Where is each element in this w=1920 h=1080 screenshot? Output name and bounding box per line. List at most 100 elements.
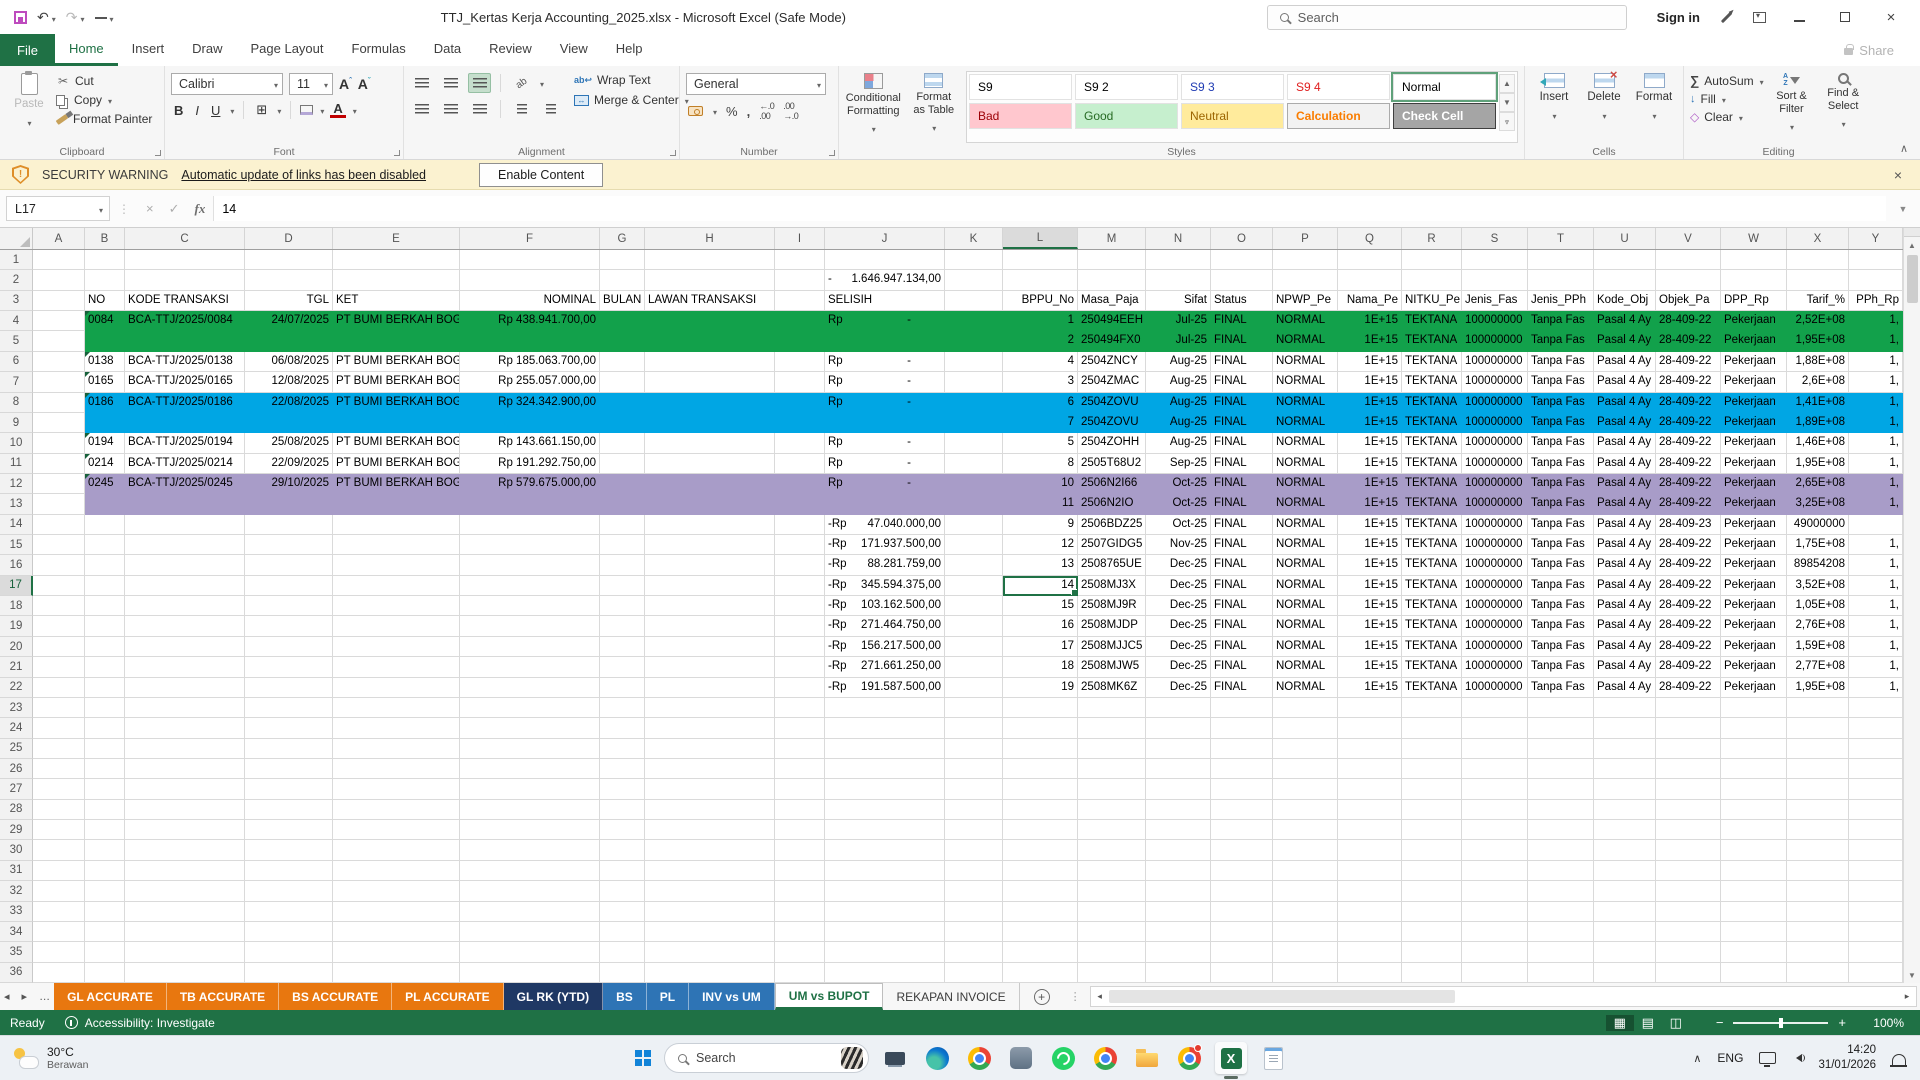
cell-W14[interactable]: Pekerjaan bbox=[1721, 515, 1787, 535]
cell-style-calculation[interactable]: Calculation bbox=[1287, 103, 1390, 129]
cell-F33[interactable] bbox=[460, 902, 600, 922]
cell-M28[interactable] bbox=[1078, 800, 1146, 820]
column-header-I[interactable]: I bbox=[775, 228, 825, 249]
row-header-11[interactable]: 11 bbox=[0, 454, 33, 474]
cell-G34[interactable] bbox=[600, 922, 645, 942]
cell-Q2[interactable] bbox=[1338, 270, 1402, 290]
align-middle-icon[interactable] bbox=[439, 73, 462, 93]
cell-O21[interactable]: FINAL bbox=[1211, 657, 1273, 677]
cell-F31[interactable] bbox=[460, 861, 600, 881]
cell-J10[interactable]: Rp- bbox=[825, 433, 945, 453]
cell-P23[interactable] bbox=[1273, 698, 1338, 718]
cell-B2[interactable] bbox=[85, 270, 125, 290]
cell-H28[interactable] bbox=[645, 800, 775, 820]
cell-E13[interactable] bbox=[333, 494, 460, 514]
cell-P32[interactable] bbox=[1273, 881, 1338, 901]
cell-Q26[interactable] bbox=[1338, 759, 1402, 779]
cell-E24[interactable] bbox=[333, 718, 460, 738]
row-header-9[interactable]: 9 bbox=[0, 413, 33, 433]
cell-E2[interactable] bbox=[333, 270, 460, 290]
cell-D34[interactable] bbox=[245, 922, 333, 942]
cell-S35[interactable] bbox=[1462, 942, 1528, 962]
cell-W22[interactable]: Pekerjaan bbox=[1721, 678, 1787, 698]
cell-F26[interactable] bbox=[460, 759, 600, 779]
row-header-4[interactable]: 4 bbox=[0, 311, 33, 331]
cell-O13[interactable]: FINAL bbox=[1211, 494, 1273, 514]
cell-C30[interactable] bbox=[125, 840, 245, 860]
cell-Q16[interactable]: 1E+15 bbox=[1338, 555, 1402, 575]
sheet-tab-gl-rk-ytd[interactable]: GL RK (YTD) bbox=[504, 983, 603, 1010]
enter-icon[interactable]: ✓ bbox=[169, 201, 180, 217]
column-header-Q[interactable]: Q bbox=[1338, 228, 1402, 249]
cell-J2[interactable]: -1.646.947.134,00 bbox=[825, 270, 945, 290]
cell-N31[interactable] bbox=[1146, 861, 1211, 881]
cell-B8[interactable]: 0186 bbox=[85, 393, 125, 413]
cell-J18[interactable]: -Rp103.162.500,00 bbox=[825, 596, 945, 616]
cell-V23[interactable] bbox=[1656, 698, 1721, 718]
cell-B24[interactable] bbox=[85, 718, 125, 738]
cell-Q15[interactable]: 1E+15 bbox=[1338, 535, 1402, 555]
cell-I22[interactable] bbox=[775, 678, 825, 698]
cell-P33[interactable] bbox=[1273, 902, 1338, 922]
cell-U6[interactable]: Pasal 4 Ay bbox=[1594, 352, 1656, 372]
cell-I18[interactable] bbox=[775, 596, 825, 616]
cell-K10[interactable] bbox=[945, 433, 1003, 453]
cell-E16[interactable] bbox=[333, 555, 460, 575]
cell-B3[interactable]: NO bbox=[85, 291, 125, 311]
cell-T31[interactable] bbox=[1528, 861, 1594, 881]
cell-H26[interactable] bbox=[645, 759, 775, 779]
cell-L5[interactable]: 2 bbox=[1003, 331, 1078, 351]
column-header-L[interactable]: L bbox=[1003, 228, 1078, 249]
cell-P20[interactable]: NORMAL bbox=[1273, 637, 1338, 657]
cell-D3[interactable]: TGL bbox=[245, 291, 333, 311]
select-all-corner[interactable] bbox=[0, 228, 33, 249]
cell-K14[interactable] bbox=[945, 515, 1003, 535]
cell-J26[interactable] bbox=[825, 759, 945, 779]
cell-E33[interactable] bbox=[333, 902, 460, 922]
cell-P34[interactable] bbox=[1273, 922, 1338, 942]
cell-U26[interactable] bbox=[1594, 759, 1656, 779]
row-header-5[interactable]: 5 bbox=[0, 331, 33, 351]
cell-O29[interactable] bbox=[1211, 820, 1273, 840]
cell-Y36[interactable] bbox=[1849, 963, 1903, 983]
cell-A28[interactable] bbox=[33, 800, 85, 820]
cell-W30[interactable] bbox=[1721, 840, 1787, 860]
cell-G4[interactable] bbox=[600, 311, 645, 331]
cell-S11[interactable]: 100000000 bbox=[1462, 454, 1528, 474]
cell-W19[interactable]: Pekerjaan bbox=[1721, 616, 1787, 636]
cell-R22[interactable]: TEKTANA bbox=[1402, 678, 1462, 698]
cell-J9[interactable] bbox=[825, 413, 945, 433]
cell-R2[interactable] bbox=[1402, 270, 1462, 290]
cell-F22[interactable] bbox=[460, 678, 600, 698]
cell-I20[interactable] bbox=[775, 637, 825, 657]
cell-P19[interactable]: NORMAL bbox=[1273, 616, 1338, 636]
cell-N11[interactable]: Sep-25 bbox=[1146, 454, 1211, 474]
cell-O32[interactable] bbox=[1211, 881, 1273, 901]
cell-O7[interactable]: FINAL bbox=[1211, 372, 1273, 392]
cell-P8[interactable]: NORMAL bbox=[1273, 393, 1338, 413]
cell-U7[interactable]: Pasal 4 Ay bbox=[1594, 372, 1656, 392]
cell-S5[interactable]: 100000000 bbox=[1462, 331, 1528, 351]
row-header-29[interactable]: 29 bbox=[0, 820, 33, 840]
cell-C10[interactable]: BCA-TTJ/2025/0194 bbox=[125, 433, 245, 453]
cell-D30[interactable] bbox=[245, 840, 333, 860]
cell-N25[interactable] bbox=[1146, 739, 1211, 759]
sheet-tab-rekapan-invoice[interactable]: REKAPAN INVOICE bbox=[883, 983, 1019, 1010]
cell-style-s9[interactable]: S9 bbox=[969, 74, 1072, 100]
cell-I25[interactable] bbox=[775, 739, 825, 759]
cell-R11[interactable]: TEKTANA bbox=[1402, 454, 1462, 474]
cell-N1[interactable] bbox=[1146, 250, 1211, 270]
cell-S36[interactable] bbox=[1462, 963, 1528, 983]
cell-F10[interactable]: Rp 143.661.150,00 bbox=[460, 433, 600, 453]
cell-K30[interactable] bbox=[945, 840, 1003, 860]
cell-G26[interactable] bbox=[600, 759, 645, 779]
cell-M17[interactable]: 2508MJ3X bbox=[1078, 576, 1146, 596]
cell-J20[interactable]: -Rp156.217.500,00 bbox=[825, 637, 945, 657]
cell-K29[interactable] bbox=[945, 820, 1003, 840]
cell-Y5[interactable]: 1, bbox=[1849, 331, 1903, 351]
row-header-26[interactable]: 26 bbox=[0, 759, 33, 779]
cell-J4[interactable]: Rp- bbox=[825, 311, 945, 331]
cell-V9[interactable]: 28-409-22 bbox=[1656, 413, 1721, 433]
cell-U15[interactable]: Pasal 4 Ay bbox=[1594, 535, 1656, 555]
cell-M35[interactable] bbox=[1078, 942, 1146, 962]
